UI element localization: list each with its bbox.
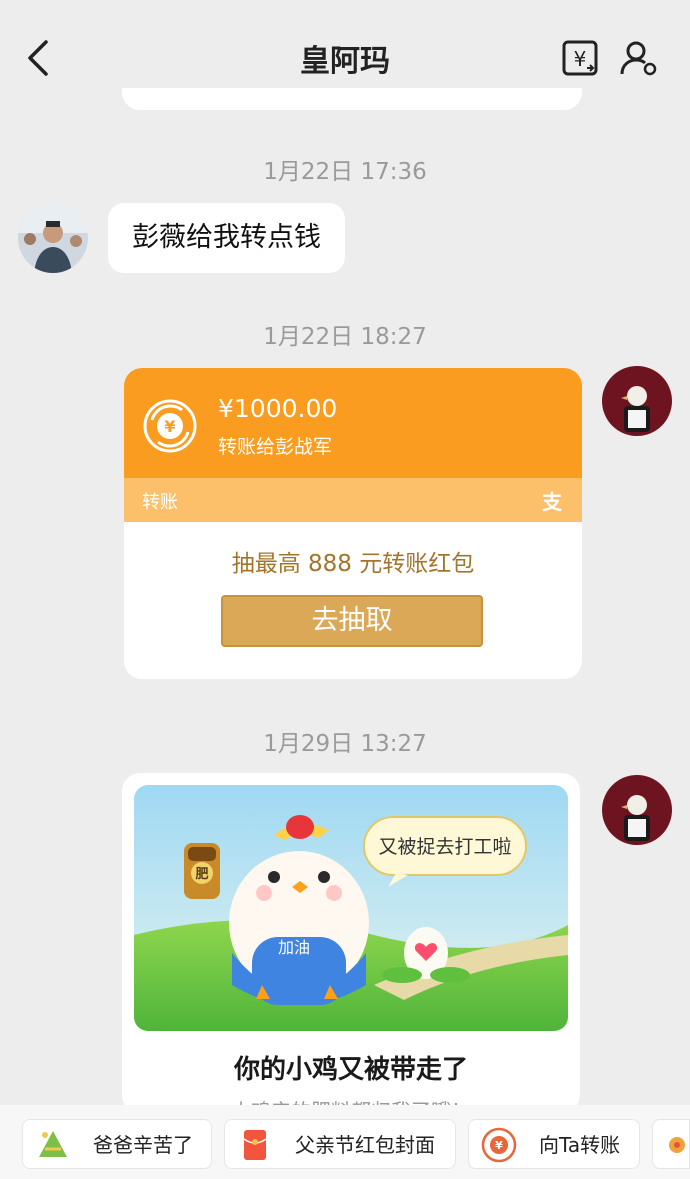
svg-text:¥: ¥ [164,417,175,436]
contact-settings-button[interactable] [618,38,660,78]
yuan-transfer-icon: ¥ [562,40,598,76]
quick-action-red-envelope-cover[interactable]: 父亲节红包封面 [224,1119,456,1169]
chicken-illustration: 肥 加油 又被捉去打工啦 [134,785,568,1031]
svg-text:加油: 加油 [278,938,310,957]
transfer-exchange-icon: ¥ [143,399,197,453]
my-avatar[interactable] [602,775,672,845]
svg-text:又被捉去打工啦: 又被捉去打工啦 [378,836,511,858]
quick-action-label: 向Ta转账 [539,1133,621,1157]
transfer-recipient: 转账给彭战军 [218,436,333,458]
transfer-amount: ¥1000.00 [218,394,338,423]
transfer-card-header: ¥ ¥1000.00 转账给彭战军 [124,368,582,478]
quick-action-fathers-day[interactable]: 爸爸辛苦了 [22,1119,212,1169]
game-card[interactable]: 肥 加油 又被捉去打工啦 你的小鸡又被带走了 小鸡产的肥料 [122,773,580,1113]
svg-text:¥: ¥ [495,1139,503,1152]
quick-action-label: 爸爸辛苦了 [93,1133,193,1157]
transfer-icon-button[interactable]: ¥ [560,38,602,78]
transfer-card[interactable]: ¥ ¥1000.00 转账给彭战军 转账 支 抽最高 888 元转账红包 去抽取 [124,368,582,679]
zongzi-icon [39,1131,67,1157]
quick-action-transfer[interactable]: ¥ 向Ta转账 [468,1119,640,1169]
promo-text: 抽最高 888 元转账红包 [231,551,475,577]
transfer-label: 转账 [142,492,178,513]
alipay-icon: 支 [542,490,562,514]
draw-button[interactable]: 去抽取 [221,595,483,647]
person-settings-icon [620,41,657,76]
quick-action-label: 父亲节红包封面 [295,1133,435,1157]
flower-icon [669,1137,685,1153]
quick-actions-bar: 爸爸辛苦了 父亲节红包封面 ¥ 向Ta转账 [0,1105,690,1179]
quick-action-more[interactable] [652,1119,690,1169]
svg-text:肥: 肥 [195,866,208,882]
contact-avatar[interactable] [18,203,88,273]
game-title: 你的小鸡又被带走了 [233,1055,468,1085]
timestamp: 1月22日 18:27 [263,324,427,350]
timestamp: 1月29日 13:27 [263,731,427,757]
message-bubble[interactable]: 彭薇给我转点钱 [108,203,345,273]
red-envelope-icon [243,1130,267,1160]
avatar-image [602,775,672,845]
avatar-photo [18,203,88,273]
previous-message-card [122,88,582,110]
transfer-card-footer: 转账 支 [124,478,582,522]
transfer-exchange-icon: ¥ [481,1127,517,1163]
game-banner-image: 肥 加油 又被捉去打工啦 [134,785,568,1031]
svg-text:¥: ¥ [574,47,587,71]
timestamp: 1月22日 17:36 [263,159,427,185]
my-avatar[interactable] [602,366,672,436]
avatar-image [602,366,672,436]
